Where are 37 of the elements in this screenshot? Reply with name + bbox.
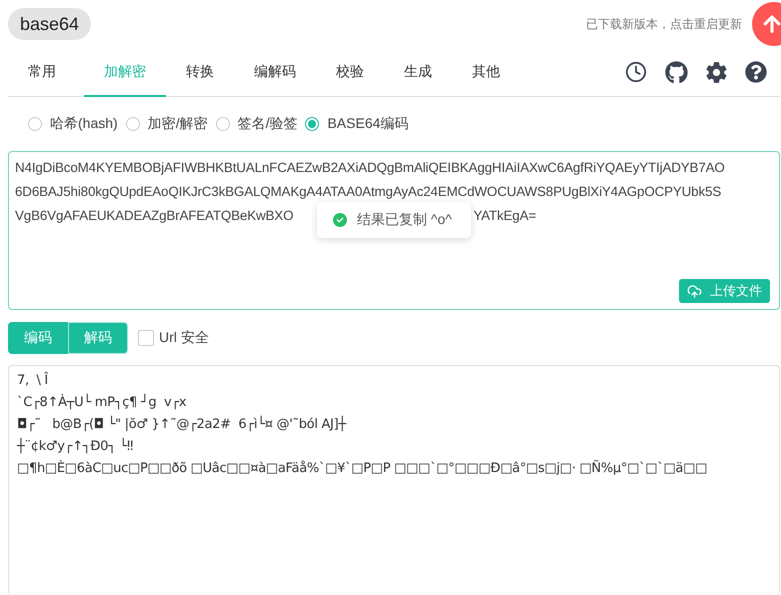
output-text-line: □¶h□È□6àC□uc□P□□ðõ □Uâc□□¤à□aFäå%`□¥`□P□P □□□`□°□□□Ð□â°□s□j□· □Ñ%µ°□`□`□ä□□: [17, 459, 708, 478]
radio-label: 哈希(hash): [50, 115, 118, 133]
category-tab[interactable]: 常用: [8, 48, 76, 96]
category-tab[interactable]: 校验: [316, 48, 384, 96]
check-icon: [333, 213, 347, 227]
output-text-line: 7, \ Î: [17, 370, 49, 390]
url-safe-checkbox[interactable]: [138, 330, 154, 346]
radio-label: BASE64编码: [327, 115, 408, 133]
help-icon[interactable]: [744, 60, 768, 84]
cloud-upload-icon: [687, 284, 702, 298]
input-text-line: YATkEgA=: [473, 207, 536, 225]
category-tab[interactable]: 其他: [452, 48, 520, 96]
github-icon[interactable]: [664, 60, 688, 84]
radio-button[interactable]: [126, 117, 140, 131]
output-text-line: ◘┌˜ b@B┌(◘ └" |ŏ♂ }↑˜@┌2a2# 6┌ì└¤ @'˜ból AJ]┼: [17, 414, 348, 434]
settings-icon[interactable]: [704, 60, 728, 84]
category-tab[interactable]: 转换: [166, 48, 234, 96]
arrow-up-icon: [762, 14, 781, 34]
radio-button[interactable]: [28, 117, 42, 131]
update-notice: 已下载新版本，点击重启更新: [586, 16, 742, 32]
toast-text: 结果已复制 ^o^: [357, 211, 452, 229]
checkbox-label: Url 安全: [159, 328, 209, 346]
output-field[interactable]: 7, \ Î `C┌8↑À┬U└ mP┐ç¶ ┘g v┌x ◘┌˜ b@B┌(◘ └" |ŏ♂ }↑˜@┌2a2# 6┌ì└¤ @'˜ból AJ]┼ ┼¨¢k♂y┌↑┐Ð0┐ └‼ □¶h□È□6àC□uc□P□□ðõ □Uâc□□¤à□aFäå%`□¥`□P□P □□□`□°□□□Ð□â°□s□j□· □Ñ%µ°□`□`□ä□□: [8, 365, 780, 595]
radio-button[interactable]: [216, 117, 230, 131]
radio-button[interactable]: [305, 117, 320, 131]
output-text-line: `C┌8↑À┬U└ mP┐ç¶ ┘g v┌x: [17, 392, 188, 412]
input-text-line: VgB6VgAFAEUKADEAZgBrAFEATQBeKwBXO: [15, 207, 294, 225]
output-text-line: ┼¨¢k♂y┌↑┐Ð0┐ └‼: [17, 436, 134, 456]
input-text-line: 6D6BAJ5hi80kgQUpdEAoQIKJrC3kBGALQMAKgA4ATAA0AtmgAyAc24EMCdWOCUAWS8PUgBlXiY4AGpOCPYUbk5S: [15, 183, 722, 201]
category-tab[interactable]: 编解码: [234, 48, 316, 96]
history-clock-icon[interactable]: [624, 60, 648, 84]
radio-label: 签名/验签: [238, 115, 298, 133]
app-title: base64: [8, 8, 92, 40]
input-field[interactable]: [8, 151, 780, 310]
category-tab[interactable]: 生成: [384, 48, 452, 96]
radio-label: 加密/解密: [148, 115, 208, 133]
input-text-line: N4IgDiBcoM4KYEMBOBjAFIWBHKBtUALnFCAEZwB2AXiADQgBmAliQEIBKAggHIAiIAXwC6AgfRiYQAEyYTIjADYB7AO: [15, 159, 726, 177]
